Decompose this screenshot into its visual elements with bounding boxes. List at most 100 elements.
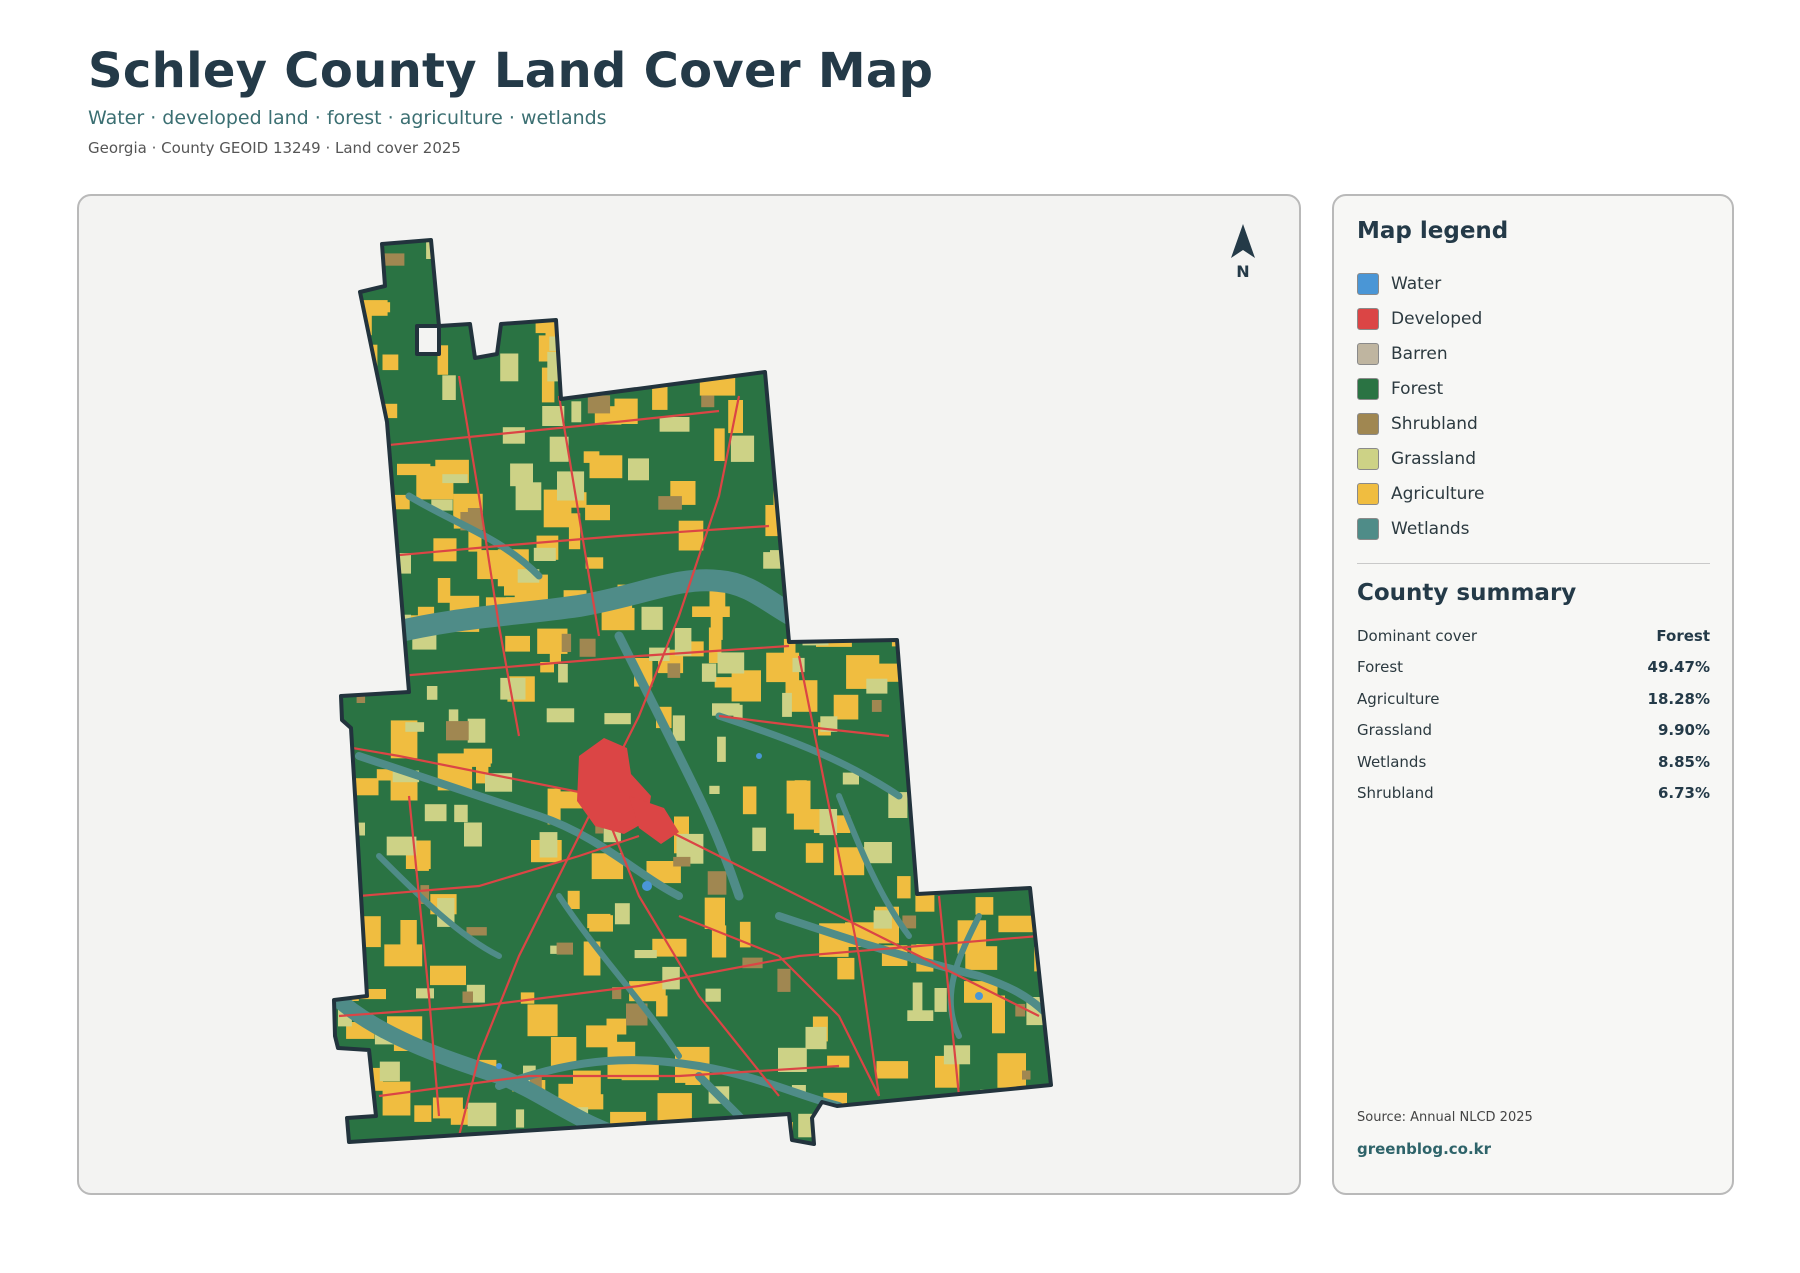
land-patch (742, 786, 757, 815)
land-patch (795, 354, 808, 364)
land-patch (583, 451, 600, 463)
land-patch (957, 598, 975, 618)
land-patch (679, 290, 695, 314)
land-patch (701, 395, 715, 408)
land-patch (477, 550, 512, 580)
land-patch (843, 271, 858, 299)
legend-label: Shrubland (1391, 413, 1478, 434)
summary-row: Wetlands 8.85% (1357, 746, 1710, 778)
land-patch (692, 1124, 705, 1141)
land-patch (535, 298, 556, 334)
land-patch (819, 1141, 850, 1144)
land-patch (777, 968, 791, 992)
land-patch (678, 520, 704, 551)
land-patch (1055, 823, 1082, 843)
land-patch (627, 306, 639, 327)
land-patch (753, 241, 778, 255)
land-patch (1002, 1120, 1025, 1143)
land-patch (467, 718, 486, 743)
land-patch (520, 992, 535, 1004)
land-patch (870, 1120, 896, 1131)
land-patch (863, 577, 889, 602)
land-patch (737, 341, 751, 354)
summary-value: 49.47% (1647, 658, 1710, 677)
land-patch (887, 564, 910, 575)
legend-swatch (1357, 517, 1379, 540)
land-patch (659, 417, 690, 432)
land-patch (1033, 266, 1047, 288)
land-patch (342, 540, 354, 554)
site-link[interactable]: greenblog.co.kr (1357, 1140, 1491, 1158)
land-patch (793, 265, 805, 294)
land-patch (467, 1102, 497, 1127)
land-patch (942, 599, 972, 626)
land-patch (614, 903, 630, 925)
land-patch (975, 785, 1013, 801)
land-patch (405, 722, 425, 732)
land-patch (924, 446, 953, 476)
legend-label: Grassland (1391, 448, 1476, 469)
land-patch (717, 652, 745, 674)
land-patch (974, 823, 994, 835)
land-patch (387, 662, 402, 673)
land-patch (813, 608, 841, 629)
land-patch (355, 671, 384, 685)
land-patch (571, 401, 582, 423)
land-patch (1009, 654, 1031, 668)
map-panel[interactable]: N (77, 194, 1301, 1195)
land-patch (504, 583, 537, 596)
land-patch (384, 944, 423, 967)
land-patch (985, 243, 1020, 280)
land-patch (897, 876, 911, 899)
land-patch (777, 494, 794, 516)
land-patch (1052, 394, 1076, 429)
land-patch (837, 957, 855, 980)
land-patch (704, 897, 725, 929)
land-patch (1022, 1070, 1031, 1080)
land-patch (547, 351, 565, 382)
land-patch (707, 871, 727, 895)
land-patch (692, 606, 730, 617)
land-patch (885, 581, 918, 609)
land-patch (809, 474, 833, 499)
land-patch (838, 564, 868, 601)
land-patch (741, 249, 760, 277)
land-patch (805, 294, 838, 310)
legend-label: Agriculture (1391, 483, 1485, 504)
land-patch (527, 1004, 558, 1037)
land-patch (974, 424, 990, 455)
land-patch (998, 915, 1034, 933)
land-patch (344, 639, 379, 667)
land-patch (442, 375, 456, 400)
land-patch (973, 275, 1008, 313)
land-patch (835, 488, 851, 506)
land-patch (874, 434, 885, 452)
land-patch (1031, 1116, 1051, 1138)
land-patch (1043, 1137, 1051, 1144)
land-patch (1000, 514, 1029, 548)
land-patch (997, 783, 1006, 797)
land-patch (773, 475, 810, 508)
land-patch (606, 1018, 627, 1035)
land-patch (948, 315, 967, 338)
land-patch (688, 266, 709, 284)
summary-value: 6.73% (1657, 784, 1710, 803)
land-patch (462, 991, 473, 1003)
land-patch (752, 827, 766, 852)
summary-row: Dominant cover Forest (1357, 620, 1710, 652)
land-patch (356, 681, 366, 703)
land-patch (820, 358, 847, 388)
land-patch (634, 950, 657, 959)
legend-item-agriculture: Agriculture (1357, 476, 1485, 511)
land-patch (705, 988, 721, 1002)
land-patch (897, 437, 921, 449)
land-patch (557, 471, 585, 501)
land-patch (1048, 688, 1051, 715)
land-patch (556, 942, 573, 955)
land-patch (962, 253, 976, 272)
land-patch (334, 442, 347, 471)
land-patch (575, 1094, 604, 1110)
summary-label: Grassland (1357, 721, 1432, 740)
county-map[interactable] (79, 196, 1299, 1193)
legend-swatch (1357, 447, 1379, 470)
